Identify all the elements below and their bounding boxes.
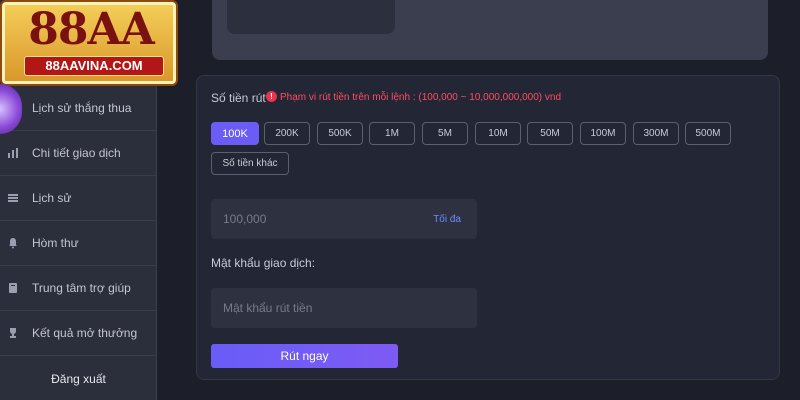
amount-value: 100,000: [223, 212, 267, 226]
sidebar-item-label: Trung tâm trợ giúp: [32, 281, 131, 295]
logo-site-name: 88AAVINA.COM: [24, 56, 164, 76]
top-card-inner: [227, 0, 395, 34]
book-icon: [7, 282, 19, 294]
trophy-icon: [7, 327, 19, 339]
sidebar-item-label: Lịch sử: [32, 191, 72, 205]
sidebar-item-transaction-details[interactable]: Chi tiết giao dịch: [0, 131, 157, 176]
sidebar-item-history[interactable]: Lịch sử: [0, 176, 157, 221]
sidebar-item-inbox[interactable]: Hòm thư: [0, 221, 157, 266]
amount-chip-5m[interactable]: 5M: [422, 122, 468, 145]
info-icon: !: [266, 91, 277, 102]
stack-icon: [7, 192, 19, 204]
withdraw-now-button[interactable]: Rút ngay: [211, 344, 398, 368]
sidebar-item-label: Lịch sử thắng thua: [32, 101, 132, 115]
max-amount-link[interactable]: Tối đa: [433, 214, 461, 225]
sidebar-item-draw-results[interactable]: Kết quả mở thưởng: [0, 311, 157, 356]
amount-chip-10m[interactable]: 10M: [475, 122, 521, 145]
amount-chip-500k[interactable]: 500K: [317, 122, 363, 145]
other-amount-button[interactable]: Số tiền khác: [211, 152, 289, 175]
site-logo[interactable]: 88AA 88AAVINA.COM: [0, 0, 178, 86]
password-label: Mật khẩu giao dịch:: [211, 256, 316, 270]
amount-chip-500m[interactable]: 500M: [685, 122, 731, 145]
sidebar-item-label: Chi tiết giao dịch: [32, 146, 121, 160]
sidebar-item-label: Hòm thư: [32, 236, 79, 250]
password-input[interactable]: Mật khẩu rút tiền: [211, 288, 477, 328]
logo-wordmark: 88AA: [28, 4, 155, 55]
amount-chip-1m[interactable]: 1M: [369, 122, 415, 145]
bell-icon: [7, 237, 19, 249]
logout-button[interactable]: Đăng xuất: [0, 357, 157, 400]
sidebar-item-label: Kết quả mở thưởng: [32, 326, 138, 340]
amount-label: Số tiền rút: [211, 91, 266, 105]
password-placeholder: Mật khẩu rút tiền: [223, 301, 313, 315]
range-note: Phạm vi rút tiền trên mỗi lệnh : (100,00…: [280, 92, 562, 103]
amount-chip-300m[interactable]: 300M: [633, 122, 679, 145]
amount-chip-100m[interactable]: 100M: [580, 122, 626, 145]
amount-chip-50m[interactable]: 50M: [527, 122, 573, 145]
amount-input[interactable]: 100,000 Tối đa: [211, 199, 477, 239]
sidebar-item-help-center[interactable]: Trung tâm trợ giúp: [0, 266, 157, 311]
amount-chip-100k[interactable]: 100K: [211, 122, 259, 145]
sidebar-item-win-loss-history[interactable]: Lịch sử thắng thua: [0, 86, 157, 131]
bar-chart-icon: [7, 147, 19, 159]
amount-chip-200k[interactable]: 200K: [264, 122, 310, 145]
